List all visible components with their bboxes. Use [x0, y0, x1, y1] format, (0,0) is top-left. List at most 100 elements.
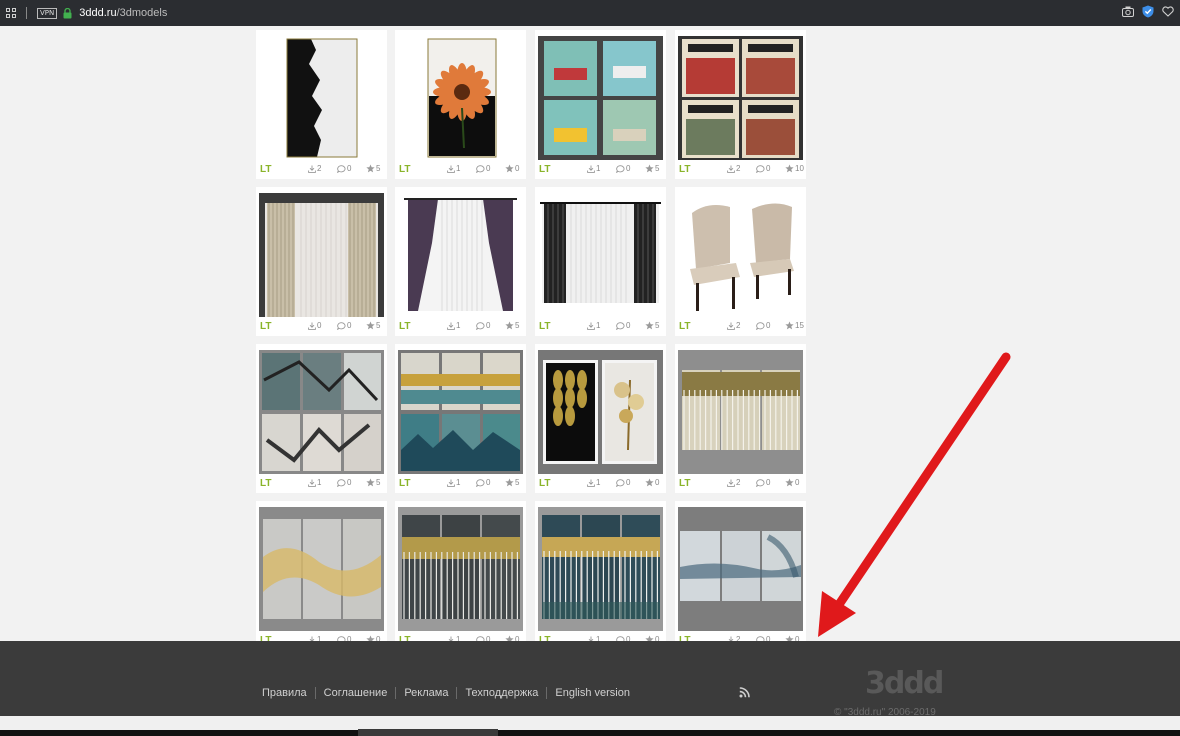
stars-count: 15 — [795, 321, 804, 330]
comment-icon — [616, 321, 625, 330]
model-thumbnail[interactable] — [678, 193, 803, 317]
model-thumbnail[interactable] — [398, 193, 523, 317]
model-card[interactable]: LT 1 0 0 — [535, 501, 666, 641]
vpn-badge[interactable]: VPN — [37, 7, 58, 19]
model-card[interactable]: LT 2 0 0 — [675, 344, 806, 493]
stars-stat: 5 — [505, 321, 519, 330]
model-card[interactable]: LT 1 0 5 — [395, 344, 526, 493]
model-thumbnail[interactable] — [398, 350, 523, 474]
models-grid: LT 2 0 5 LT 1 0 0 LT 1 0 5 LT 2 0 10 LT — [0, 26, 1180, 641]
model-card[interactable]: LT 1 0 5 — [535, 187, 666, 336]
tabs-grid-icon[interactable] — [6, 8, 16, 18]
model-card[interactable]: LT 2 0 0 — [675, 501, 806, 641]
stars-count: 5 — [515, 321, 520, 330]
camera-icon[interactable] — [1122, 6, 1134, 17]
download-icon — [447, 479, 455, 487]
model-thumbnail[interactable] — [398, 507, 523, 631]
heart-icon[interactable] — [1162, 6, 1174, 17]
model-card[interactable]: LT 1 0 5 — [256, 344, 387, 493]
star-icon — [505, 478, 514, 487]
download-icon — [447, 322, 455, 330]
stars-stat: 5 — [645, 321, 659, 330]
comments-stat: 0 — [476, 321, 490, 330]
stars-stat: 10 — [785, 164, 804, 173]
model-card[interactable]: LT 1 0 5 — [395, 187, 526, 336]
model-stats: LT 1 0 5 — [256, 475, 387, 491]
comments-count: 0 — [766, 478, 771, 487]
downloads-stat: 2 — [727, 164, 740, 173]
footer-link-advertising[interactable]: Реклама — [395, 687, 456, 699]
lt-badge: LT — [399, 478, 411, 489]
model-card[interactable]: LT 2 0 5 — [256, 30, 387, 179]
lt-badge: LT — [539, 164, 551, 175]
comments-count: 0 — [766, 321, 771, 330]
model-stats: LT 1 0 5 — [535, 161, 666, 177]
stars-stat: 0 — [505, 164, 519, 173]
downloads-count: 1 — [456, 164, 461, 173]
stars-stat: 5 — [505, 478, 519, 487]
model-card[interactable]: LT 1 0 0 — [395, 501, 526, 641]
model-card[interactable]: LT 1 0 0 — [395, 30, 526, 179]
lt-badge: LT — [260, 478, 272, 489]
footer-link-support[interactable]: Техподдержка — [456, 687, 546, 699]
download-icon — [308, 479, 316, 487]
model-thumbnail[interactable] — [538, 36, 663, 160]
download-icon — [727, 479, 735, 487]
site-logo[interactable]: 3ddd — [865, 666, 944, 701]
downloads-stat: 2 — [727, 478, 740, 487]
model-card[interactable]: LT 0 0 5 — [256, 187, 387, 336]
model-thumbnail[interactable] — [538, 507, 663, 631]
lock-icon — [63, 7, 72, 18]
footer-link-rules[interactable]: Правила — [254, 687, 315, 699]
comment-icon — [616, 164, 625, 173]
rss-icon[interactable] — [739, 687, 750, 698]
star-icon — [645, 164, 654, 173]
downloads-stat: 0 — [308, 321, 321, 330]
comments-count: 0 — [347, 478, 352, 487]
model-card[interactable]: LT 1 0 0 — [535, 344, 666, 493]
model-thumbnail[interactable] — [259, 193, 384, 317]
model-thumbnail[interactable] — [538, 193, 663, 317]
comment-icon — [337, 321, 346, 330]
shield-icon[interactable] — [1142, 5, 1154, 18]
screen: VPN 3ddd.ru/3dmodels LT 2 0 5 LT 1 0 0 L… — [0, 0, 1180, 736]
stars-stat: 0 — [785, 478, 799, 487]
model-thumbnail[interactable] — [259, 507, 384, 631]
model-card[interactable]: LT 1 0 5 — [535, 30, 666, 179]
lt-badge: LT — [679, 321, 691, 332]
stars-stat: 0 — [645, 478, 659, 487]
model-thumbnail[interactable] — [678, 507, 803, 631]
address-bar[interactable]: 3ddd.ru/3dmodels — [79, 7, 167, 19]
footer-link-english[interactable]: English version — [546, 687, 638, 699]
downloads-count: 1 — [596, 321, 601, 330]
star-icon — [366, 164, 375, 173]
model-thumbnail[interactable] — [398, 36, 523, 160]
model-thumbnail[interactable] — [678, 350, 803, 474]
stars-stat: 5 — [366, 478, 380, 487]
downloads-stat: 1 — [447, 164, 460, 173]
model-card[interactable]: LT 1 0 0 — [256, 501, 387, 641]
model-thumbnail[interactable] — [259, 350, 384, 474]
comments-count: 0 — [347, 321, 352, 330]
downloads-count: 2 — [736, 164, 741, 173]
comments-count: 0 — [486, 164, 491, 173]
model-thumbnail[interactable] — [259, 36, 384, 160]
footer-link-agreement[interactable]: Соглашение — [314, 687, 396, 699]
downloads-count: 2 — [317, 164, 322, 173]
downloads-count: 1 — [456, 478, 461, 487]
model-thumbnail[interactable] — [538, 350, 663, 474]
stars-count: 0 — [795, 478, 800, 487]
model-card[interactable]: LT 2 0 15 — [675, 187, 806, 336]
model-thumbnail[interactable] — [678, 36, 803, 160]
lt-badge: LT — [679, 478, 691, 489]
downloads-count: 1 — [456, 321, 461, 330]
site-footer: Правила Соглашение Реклама Техподдержка … — [0, 641, 1180, 718]
downloads-stat: 1 — [447, 321, 460, 330]
model-stats: LT 1 0 5 — [395, 318, 526, 334]
model-card[interactable]: LT 2 0 10 — [675, 30, 806, 179]
comments-count: 0 — [626, 321, 631, 330]
stars-count: 10 — [795, 164, 804, 173]
stars-count: 5 — [515, 478, 520, 487]
model-stats: LT 2 0 5 — [256, 161, 387, 177]
stars-count: 0 — [515, 164, 520, 173]
